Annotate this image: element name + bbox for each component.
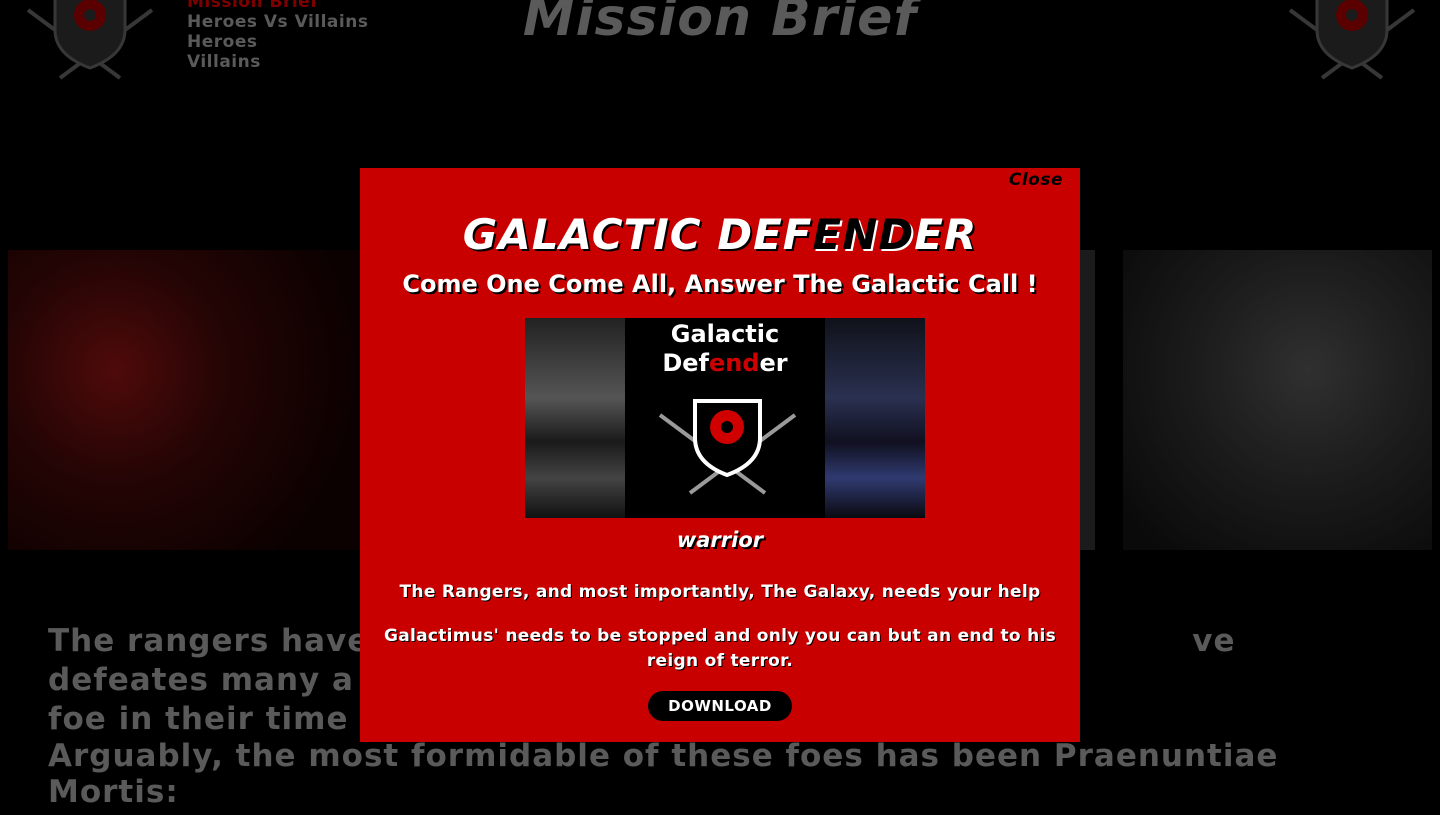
modal-paragraph-galactimus: Galactimus' needs to be stopped and only… — [383, 626, 1057, 671]
role-label: warrior — [676, 528, 764, 552]
banner-title: Galactic Defender — [625, 320, 825, 378]
banner-title-line2-suffix: er — [759, 349, 788, 377]
game-banner: Galactic Defender — [525, 318, 925, 518]
close-button[interactable]: Close — [1009, 170, 1063, 190]
modal-title-suffix: ER — [914, 210, 978, 259]
banner-title-line2-prefix: Def — [662, 349, 709, 377]
shield-emblem-icon — [658, 399, 797, 495]
modal-subtitle: Come One Come All, Answer The Galactic C… — [402, 270, 1038, 298]
banner-title-line1: Galactic — [670, 320, 780, 348]
banner-title-line2-accent: end — [708, 349, 760, 377]
modal-title-accent: END — [812, 210, 915, 259]
modal-paragraph-help: The Rangers, and most importantly, The G… — [399, 582, 1041, 602]
modal-title-prefix: GALACTIC DEF — [462, 210, 813, 259]
recruit-modal: Close GALACTIC DEFENDER Come One Come Al… — [360, 168, 1080, 742]
banner-hero-figure — [525, 318, 625, 518]
modal-title: GALACTIC DEFENDER — [360, 210, 1080, 259]
download-button[interactable]: DOWNLOAD — [648, 691, 792, 721]
banner-villain-figure — [825, 318, 925, 518]
